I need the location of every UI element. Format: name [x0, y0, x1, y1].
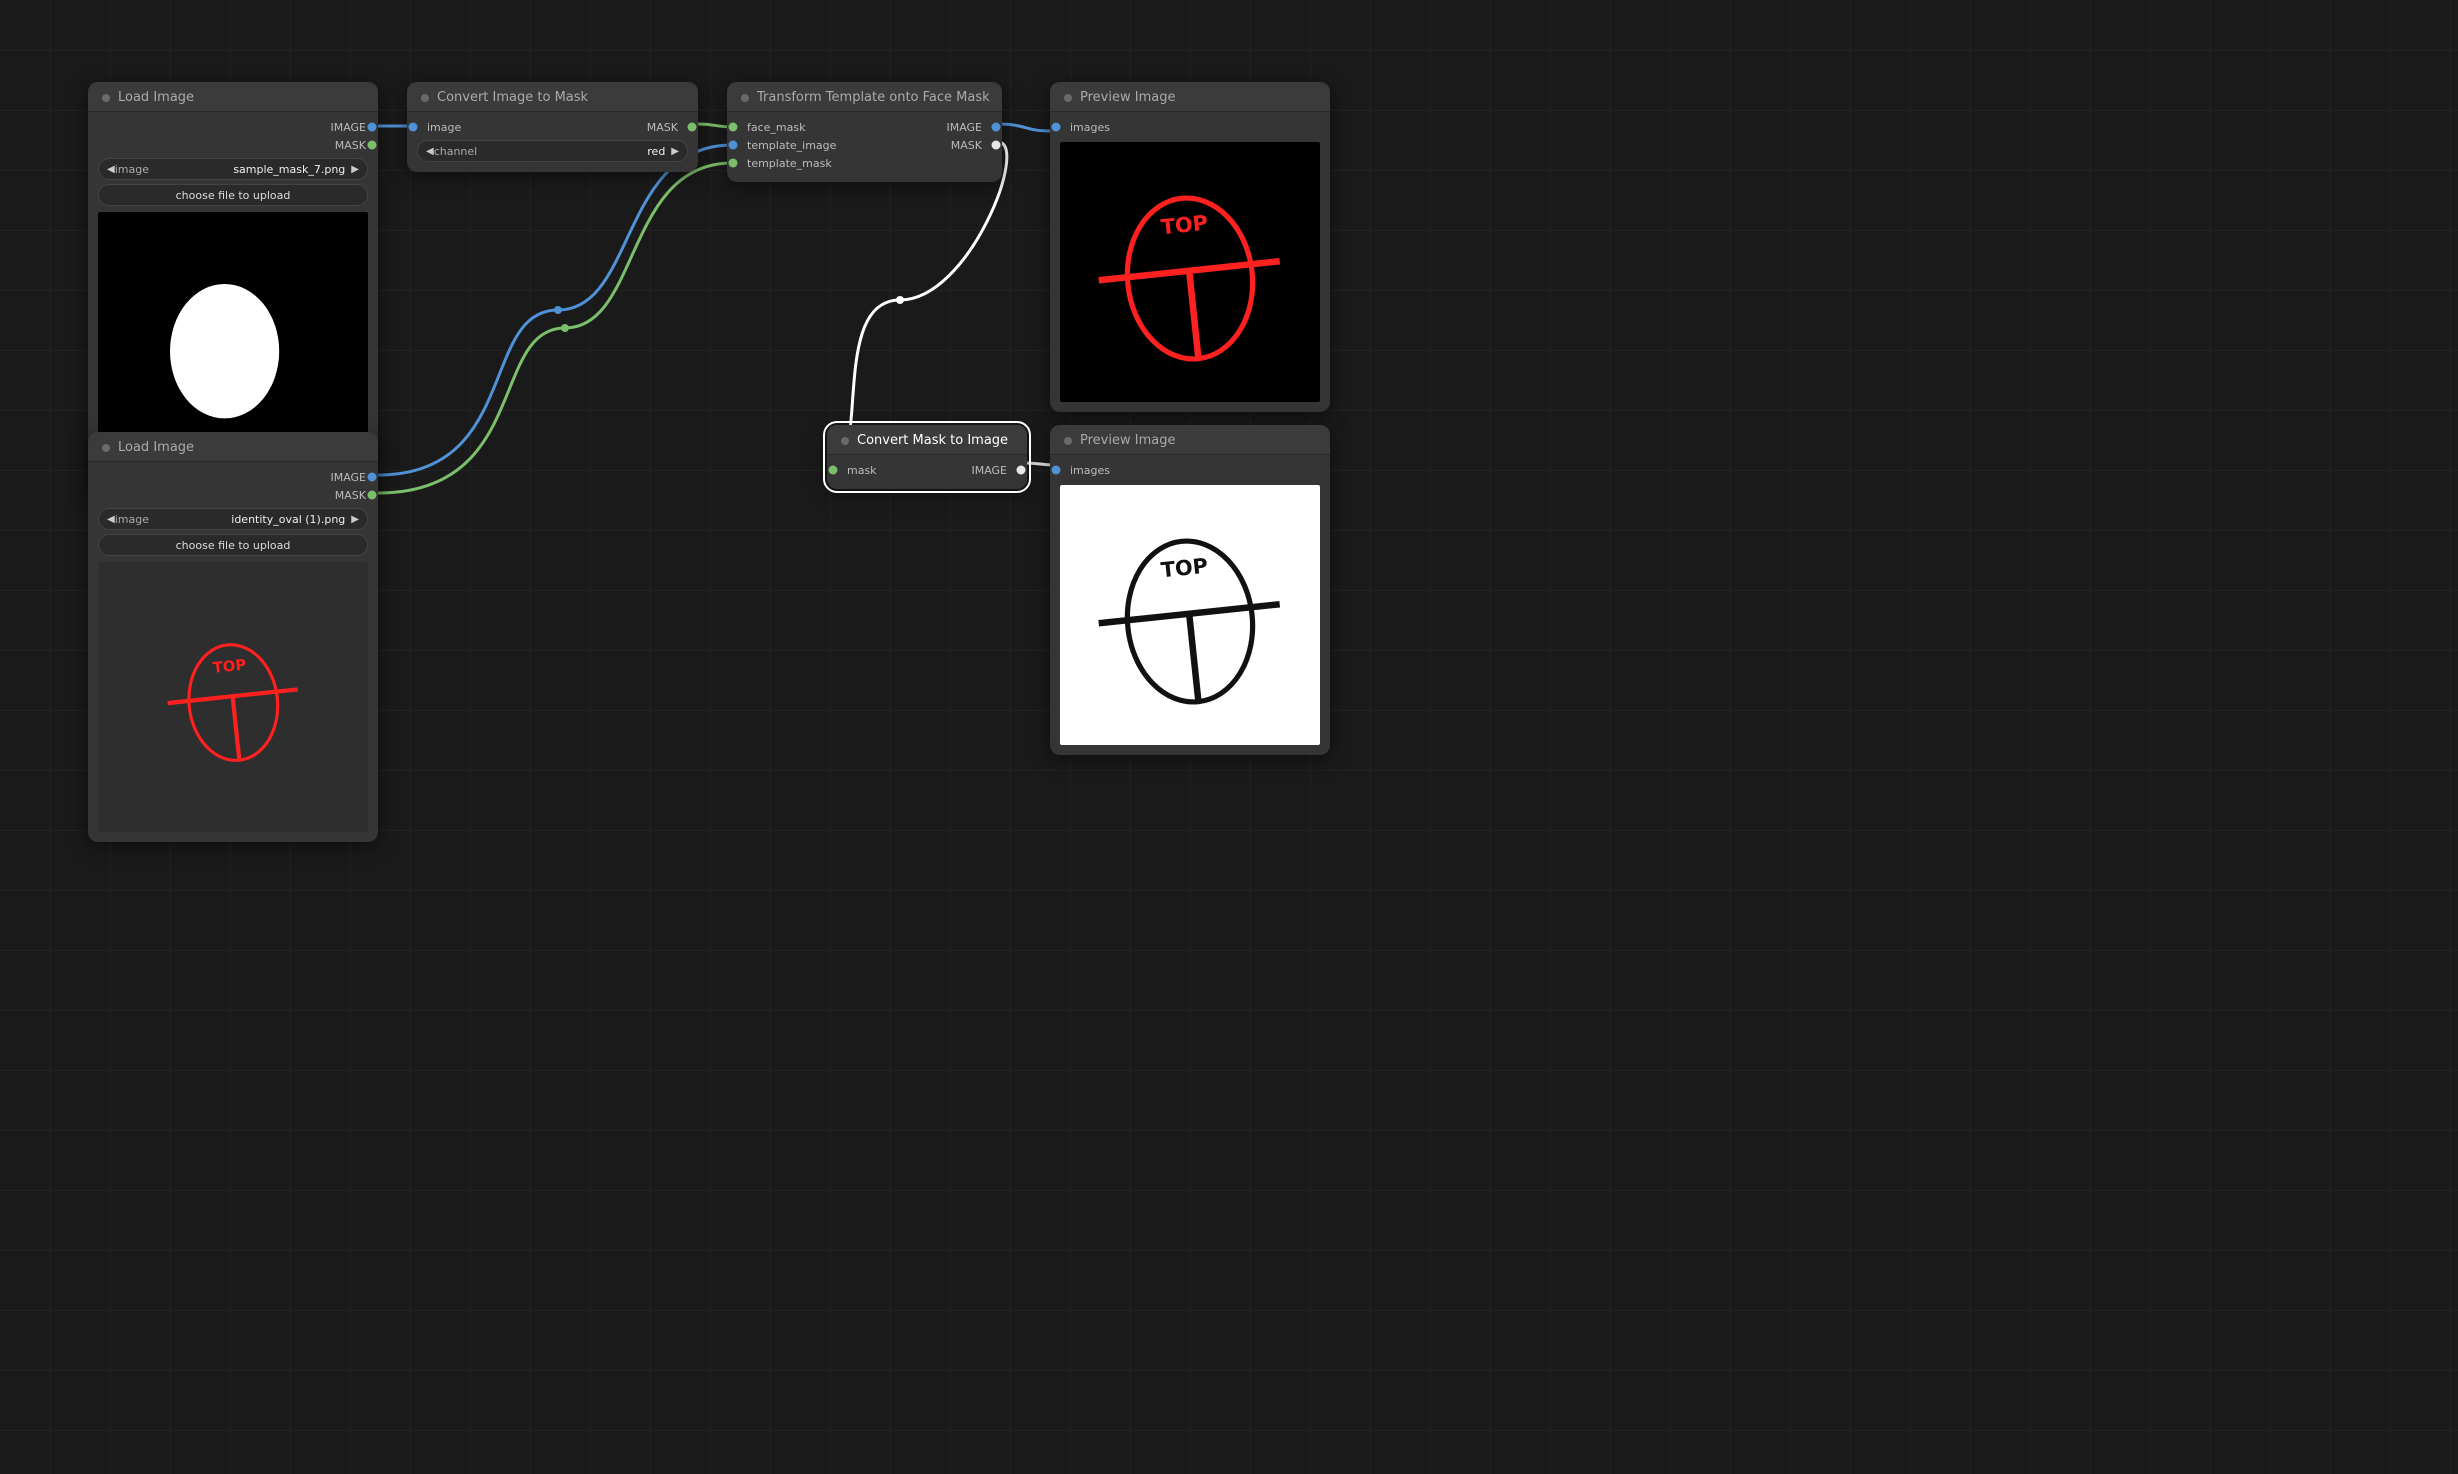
- node-header[interactable]: Load Image: [88, 82, 378, 112]
- node-header[interactable]: Transform Template onto Face Mask: [727, 82, 1002, 112]
- choose-file-button[interactable]: choose file to upload: [98, 184, 368, 206]
- node-title: Convert Image to Mask: [437, 90, 588, 105]
- widget-label: image: [115, 163, 149, 176]
- output-label-mask: MASK: [647, 121, 678, 134]
- chevron-left-icon[interactable]: ◀: [107, 514, 115, 525]
- svg-text:TOP: TOP: [1160, 554, 1209, 583]
- widget-value: red: [477, 145, 671, 158]
- port-out-image[interactable]: [368, 123, 377, 132]
- input-label: images: [1070, 121, 1110, 134]
- output-label-image: IMAGE: [330, 471, 366, 484]
- port-in-images[interactable]: [1052, 466, 1061, 475]
- port-out-image[interactable]: [992, 123, 1001, 132]
- node-title: Convert Mask to Image: [857, 433, 1008, 448]
- output-label: MASK: [951, 139, 982, 152]
- node-transform-template[interactable]: Transform Template onto Face Mask face_m…: [727, 82, 1002, 182]
- collapse-dot-icon[interactable]: [1064, 94, 1072, 102]
- node-preview-image-2[interactable]: Preview Image images TOP: [1050, 425, 1330, 755]
- output-label-mask: MASK: [335, 489, 366, 502]
- node-title: Preview Image: [1080, 90, 1175, 105]
- port-in-mask[interactable]: [829, 466, 838, 475]
- output-label: IMAGE: [971, 464, 1007, 477]
- preview-thumbnail: TOP: [1060, 485, 1320, 745]
- input-label: template_image: [747, 139, 836, 152]
- port-out-mask[interactable]: [368, 491, 377, 500]
- node-header[interactable]: Load Image: [88, 432, 378, 462]
- output-label-mask: MASK: [335, 139, 366, 152]
- port-out-image[interactable]: [1017, 466, 1026, 475]
- port-out-mask[interactable]: [688, 123, 697, 132]
- chevron-right-icon[interactable]: ▶: [351, 514, 359, 525]
- svg-text:TOP: TOP: [1160, 211, 1209, 240]
- collapse-dot-icon[interactable]: [841, 437, 849, 445]
- widget-label: image: [115, 513, 149, 526]
- node-graph-canvas[interactable]: Load Image IMAGE MASK ◀ image sample_mas…: [0, 0, 2458, 1474]
- input-label-image: image: [427, 121, 461, 134]
- node-convert-image-to-mask[interactable]: Convert Image to Mask image MASK ◀ chann…: [407, 82, 698, 172]
- node-header[interactable]: Preview Image: [1050, 82, 1330, 112]
- preview-thumbnail: TOP: [1060, 142, 1320, 402]
- input-label: images: [1070, 464, 1110, 477]
- channel-selector[interactable]: ◀ channel red ▶: [417, 140, 688, 162]
- output-label-image: IMAGE: [330, 121, 366, 134]
- choose-file-button[interactable]: choose file to upload: [98, 534, 368, 556]
- widget-value: sample_mask_7.png: [149, 163, 351, 176]
- output-label: IMAGE: [946, 121, 982, 134]
- node-header[interactable]: Convert Image to Mask: [407, 82, 698, 112]
- node-load-image-1[interactable]: Load Image IMAGE MASK ◀ image sample_mas…: [88, 82, 378, 492]
- port-in-image[interactable]: [409, 123, 418, 132]
- port-in-face-mask[interactable]: [729, 123, 738, 132]
- node-header[interactable]: Convert Mask to Image: [827, 425, 1027, 455]
- node-preview-image-1[interactable]: Preview Image images TOP: [1050, 82, 1330, 412]
- port-out-image[interactable]: [368, 473, 377, 482]
- node-title: Preview Image: [1080, 433, 1175, 448]
- port-in-images[interactable]: [1052, 123, 1061, 132]
- input-label: face_mask: [747, 121, 806, 134]
- widget-label: channel: [434, 145, 478, 158]
- preview-thumbnail: TOP: [98, 562, 368, 832]
- collapse-dot-icon[interactable]: [1064, 437, 1072, 445]
- collapse-dot-icon[interactable]: [102, 444, 110, 452]
- collapse-dot-icon[interactable]: [102, 94, 110, 102]
- node-title: Load Image: [118, 90, 194, 105]
- port-out-mask[interactable]: [368, 141, 377, 150]
- collapse-dot-icon[interactable]: [421, 94, 429, 102]
- image-file-selector[interactable]: ◀ image identity_oval (1).png ▶: [98, 508, 368, 530]
- collapse-dot-icon[interactable]: [741, 94, 749, 102]
- chevron-right-icon[interactable]: ▶: [351, 164, 359, 175]
- node-convert-mask-to-image[interactable]: Convert Mask to Image mask IMAGE: [827, 425, 1027, 489]
- port-out-mask[interactable]: [992, 141, 1001, 150]
- chevron-left-icon[interactable]: ◀: [426, 146, 434, 157]
- chevron-right-icon[interactable]: ▶: [671, 146, 679, 157]
- svg-text:TOP: TOP: [212, 656, 247, 676]
- port-in-template-image[interactable]: [729, 141, 738, 150]
- widget-value: identity_oval (1).png: [149, 513, 351, 526]
- node-title: Load Image: [118, 440, 194, 455]
- chevron-left-icon[interactable]: ◀: [107, 164, 115, 175]
- port-in-template-mask[interactable]: [729, 159, 738, 168]
- input-label: mask: [847, 464, 877, 477]
- input-label: template_mask: [747, 157, 832, 170]
- node-title: Transform Template onto Face Mask: [757, 90, 990, 105]
- image-file-selector[interactable]: ◀ image sample_mask_7.png ▶: [98, 158, 368, 180]
- node-load-image-2[interactable]: Load Image IMAGE MASK ◀ image identity_o…: [88, 432, 378, 842]
- node-header[interactable]: Preview Image: [1050, 425, 1330, 455]
